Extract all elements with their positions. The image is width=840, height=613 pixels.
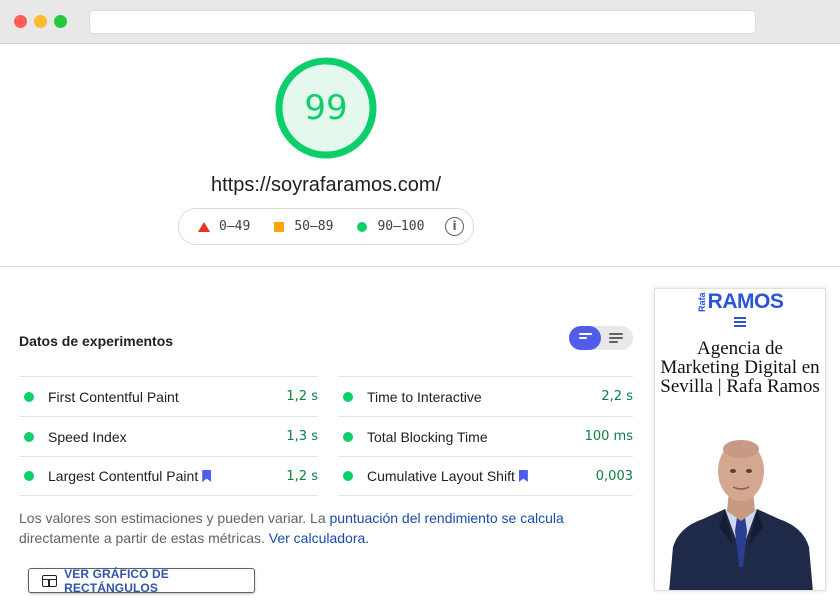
metric-row: Time to Interactive 2,2 s bbox=[338, 376, 633, 416]
circle-icon bbox=[357, 221, 368, 232]
pass-circle-icon bbox=[343, 431, 353, 442]
legend-pass: 90–100 bbox=[357, 219, 424, 234]
view-treemap-button[interactable]: VER GRÁFICO DE RECTÁNGULOS bbox=[28, 566, 255, 595]
expanded-list-icon bbox=[609, 333, 623, 345]
score-legend: 0–49 50–89 90–100 i bbox=[178, 208, 474, 245]
performance-score-gauge: 99 bbox=[274, 56, 378, 160]
metric-row: Speed Index 1,3 s bbox=[19, 416, 318, 456]
metric-row: Cumulative Layout Shift 0,003 bbox=[338, 456, 633, 496]
treemap-icon bbox=[42, 574, 58, 587]
metric-value: 100 ms bbox=[584, 429, 633, 444]
address-bar[interactable] bbox=[89, 10, 756, 34]
metric-value: 0,003 bbox=[595, 468, 633, 484]
metric-value: 1,2 s bbox=[286, 468, 318, 484]
bookmark-icon bbox=[202, 470, 212, 482]
minimize-window-button[interactable] bbox=[34, 15, 47, 28]
metrics-view-toggle[interactable] bbox=[569, 326, 633, 350]
calculator-link[interactable]: Ver calculadora. bbox=[269, 530, 369, 546]
score-calculation-link[interactable]: puntuación del rendimiento se calcula bbox=[330, 510, 564, 526]
metrics-column-right: Time to Interactive 2,2 s Total Blocking… bbox=[338, 376, 633, 496]
triangle-icon bbox=[198, 221, 210, 232]
maximize-window-button[interactable] bbox=[54, 15, 67, 28]
legend-fail-label: 0–49 bbox=[219, 219, 251, 234]
pass-circle-icon bbox=[24, 391, 34, 402]
metric-row: Total Blocking Time 100 ms bbox=[338, 416, 633, 456]
portrait-photo bbox=[669, 440, 813, 590]
metric-row: First Contentful Paint 1,2 s bbox=[19, 376, 318, 416]
metric-name: Cumulative Layout Shift bbox=[367, 468, 515, 484]
logo-small-text: Rafa bbox=[696, 292, 707, 312]
section-divider bbox=[0, 266, 840, 267]
final-screenshot-thumbnail[interactable]: RafaRAMOS Agencia de Marketing Digital e… bbox=[654, 288, 826, 591]
metric-value: 2,2 s bbox=[601, 389, 633, 404]
metric-name: First Contentful Paint bbox=[48, 388, 179, 405]
metric-value: 1,3 s bbox=[286, 429, 318, 444]
metric-value: 1,2 s bbox=[286, 389, 318, 404]
metric-name: Largest Contentful Paint bbox=[48, 468, 199, 484]
metric-name: Time to Interactive bbox=[367, 388, 482, 405]
site-headline: Agencia de Marketing Digital en Sevilla … bbox=[660, 338, 820, 397]
legend-average-label: 50–89 bbox=[294, 219, 334, 234]
browser-chrome bbox=[0, 0, 840, 44]
metric-name: Speed Index bbox=[48, 428, 127, 445]
compact-view-button[interactable] bbox=[569, 326, 601, 350]
legend-pass-label: 90–100 bbox=[377, 219, 425, 234]
square-icon bbox=[274, 221, 285, 232]
close-window-button[interactable] bbox=[14, 15, 27, 28]
page-url: https://soyrafaramos.com/ bbox=[210, 174, 442, 196]
pass-circle-icon bbox=[343, 471, 353, 481]
metrics-column-left: First Contentful Paint 1,2 s Speed Index… bbox=[19, 376, 318, 496]
compact-list-icon bbox=[579, 333, 592, 341]
legend-fail: 0–49 bbox=[198, 219, 250, 234]
pass-circle-icon bbox=[343, 391, 353, 402]
note-text: Los valores son estimaciones y pueden va… bbox=[19, 510, 330, 526]
bookmark-icon bbox=[518, 470, 528, 482]
treemap-button-label: VER GRÁFICO DE RECTÁNGULOS bbox=[64, 566, 169, 595]
score-value: 99 bbox=[304, 88, 348, 128]
pass-circle-icon bbox=[24, 431, 34, 442]
hamburger-menu-icon bbox=[734, 317, 746, 329]
info-icon[interactable]: i bbox=[445, 217, 464, 236]
legend-average: 50–89 bbox=[274, 219, 333, 234]
metric-name: Total Blocking Time bbox=[367, 428, 488, 445]
pass-circle-icon bbox=[24, 471, 34, 481]
note-text-middle: directamente a partir de estas métricas. bbox=[19, 530, 269, 546]
site-logo: RafaRAMOS bbox=[655, 290, 825, 313]
metrics-title: Datos de experimentos bbox=[19, 333, 174, 349]
metrics-note: Los valores son estimaciones y pueden va… bbox=[19, 508, 579, 548]
metric-row: Largest Contentful Paint 1,2 s bbox=[19, 456, 318, 496]
logo-big-text: RAMOS bbox=[707, 290, 784, 313]
